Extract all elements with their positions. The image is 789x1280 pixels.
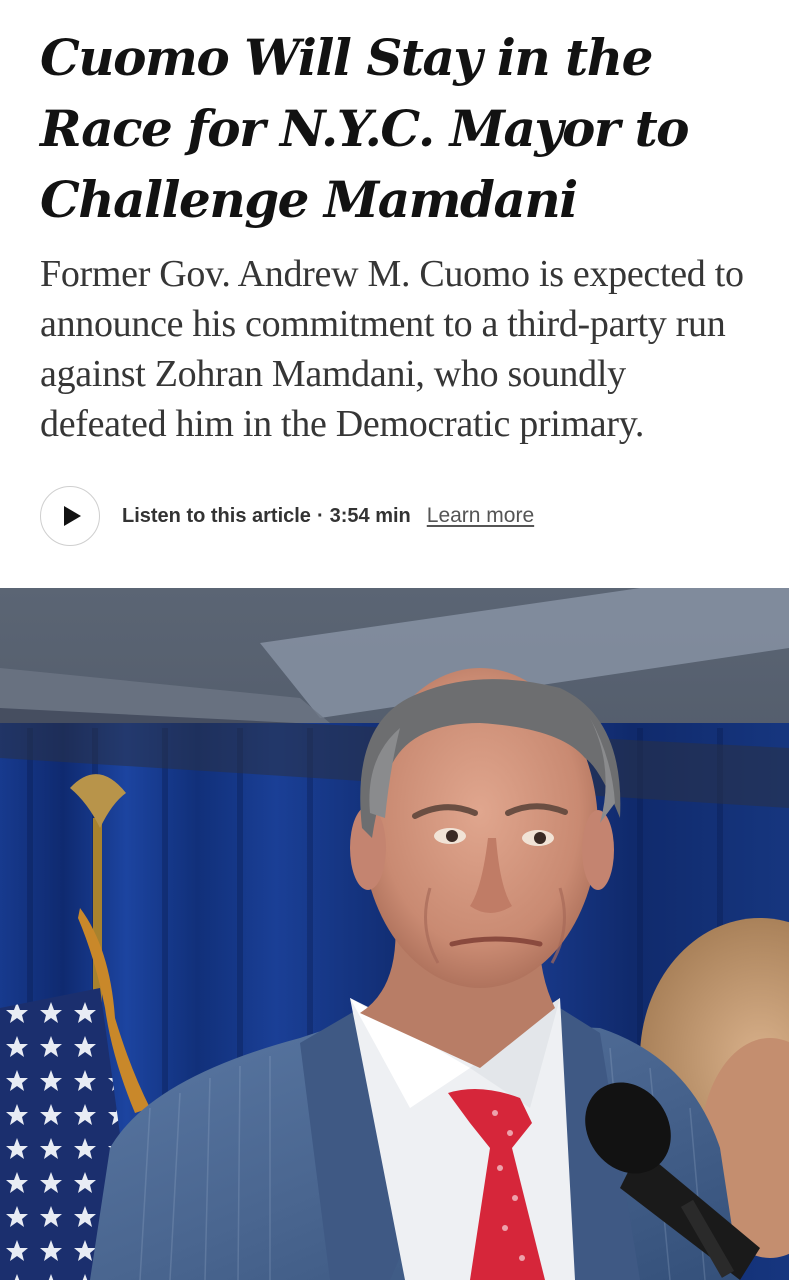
headline: Cuomo Will Stay in the Race for N.Y.C. M…	[40, 28, 690, 229]
audio-player: Listen to this article · 3:54 min Learn …	[40, 484, 534, 548]
article-summary: Former Gov. Andrew M. Cuomo is expected …	[40, 253, 744, 445]
play-icon	[64, 506, 81, 526]
play-button[interactable]	[40, 486, 100, 546]
article-photo	[0, 588, 789, 1280]
listen-separator: ·	[316, 504, 324, 527]
listen-label: Listen to this article	[122, 504, 311, 527]
learn-more-link[interactable]: Learn more	[427, 504, 534, 528]
audio-duration: 3:54 min	[329, 504, 411, 527]
